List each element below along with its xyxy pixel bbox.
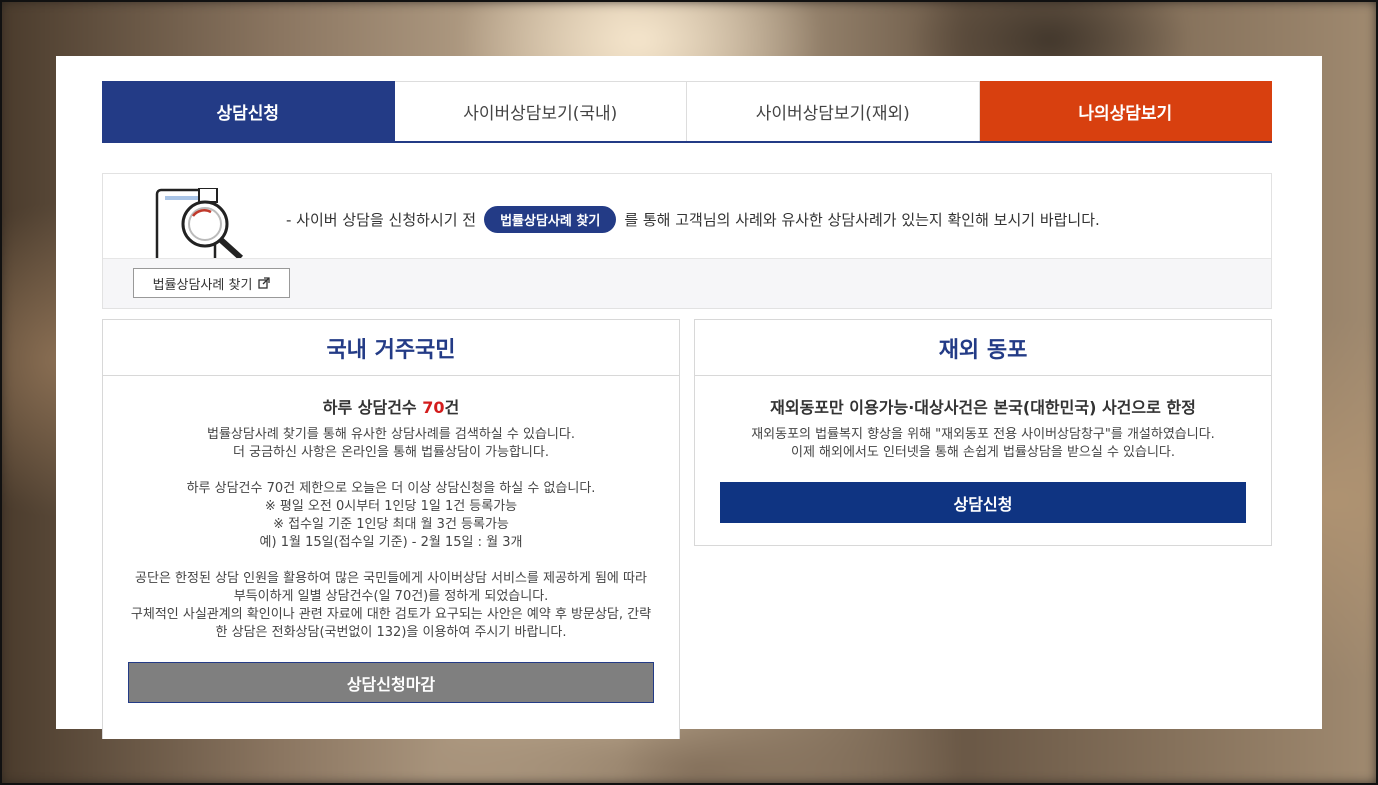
tab-cyber-overseas[interactable]: 사이버상담보기(재외) [687, 81, 980, 141]
notice-suffix: 를 통해 고객님의 사례와 유사한 상담사례가 있는지 확인해 보시기 바랍니다… [624, 211, 1100, 229]
desc-line: 하루 상담건수 70건 제한으로 오늘은 더 이상 상담신청을 하실 수 없습니… [186, 481, 596, 496]
overseas-apply-button[interactable]: 상담신청 [720, 482, 1246, 523]
desc-line: 공단은 한정된 상담 인원을 활용하여 많은 국민들에게 사이버상담 서비스를 … [135, 571, 647, 586]
daily-limit-suffix: 건 [444, 398, 460, 417]
desc-line: 예) 1월 15일(접수일 기준) - 2월 15일 : 월 3개 [259, 535, 523, 550]
daily-limit-title: 하루 상담건수 70건 [103, 394, 679, 418]
notice-text: - 사이버 상담을 신청하시기 전 법률상담사례 찾기 를 통해 고객님의 사례… [286, 206, 1100, 233]
domestic-desc-2: 하루 상담건수 70건 제한으로 오늘은 더 이상 상담신청을 하실 수 없습니… [103, 480, 679, 552]
overseas-subtitle: 재외동포만 이용가능·대상사건은 본국(대한민국) 사건으로 한정 [770, 398, 1196, 417]
overseas-body: 재외동포만 이용가능·대상사건은 본국(대한민국) 사건으로 한정 재외동포의 … [695, 376, 1271, 523]
magnifier-document-icon [155, 188, 244, 258]
tab-consult-apply[interactable]: 상담신청 [102, 81, 395, 141]
notice-bottom: 법률상담사례 찾기 [103, 259, 1271, 308]
desc-line: 더 궁금하신 사항은 온라인을 통해 법률상담이 가능합니다. [233, 445, 549, 460]
desc-line: ※ 접수일 기준 1인당 최대 월 3건 등록가능 [273, 517, 509, 532]
domestic-desc-3: 공단은 한정된 상담 인원을 활용하여 많은 국민들에게 사이버상담 서비스를 … [103, 570, 679, 642]
notice-top: - 사이버 상담을 신청하시기 전 법률상담사례 찾기 를 통해 고객님의 사례… [103, 174, 1271, 259]
desc-line: 법률상담사례 찾기를 통해 유사한 상담사례를 검색하실 수 있습니다. [207, 427, 575, 442]
daily-limit-prefix: 하루 상담건수 [322, 398, 423, 417]
domestic-box: 국내 거주국민 하루 상담건수 70건 법률상담사례 찾기를 통해 유사한 상담… [102, 319, 680, 739]
main-panel: 상담신청 사이버상담보기(국내) 사이버상담보기(재외) 나의상담보기 - 사이… [56, 56, 1322, 739]
domestic-body: 하루 상담건수 70건 법률상담사례 찾기를 통해 유사한 상담사례를 검색하실… [103, 376, 679, 703]
desc-line: 구체적인 사실관계의 확인이나 관련 자료에 대한 검토가 요구되는 사안은 예… [130, 607, 652, 622]
external-link-icon [258, 277, 271, 289]
case-search-button-label: 법률상담사례 찾기 [152, 277, 253, 293]
notice-prefix: - 사이버 상담을 신청하시기 전 [286, 211, 477, 229]
tab-bar: 상담신청 사이버상담보기(국내) 사이버상담보기(재외) 나의상담보기 [102, 81, 1272, 143]
notice-box: - 사이버 상담을 신청하시기 전 법률상담사례 찾기 를 통해 고객님의 사례… [102, 173, 1272, 309]
case-search-pill[interactable]: 법률상담사례 찾기 [484, 206, 617, 233]
daily-limit-count: 70 [422, 398, 445, 417]
case-search-button[interactable]: 법률상담사례 찾기 [133, 268, 290, 298]
overseas-desc: 재외동포의 법률복지 향상을 위해 "재외동포 전용 사이버상담창구"를 개설하… [695, 426, 1271, 462]
consult-closed-button[interactable]: 상담신청마감 [128, 662, 654, 703]
desc-line: 부득이하게 일별 상담건수(일 70건)를 정하게 되었습니다. [233, 589, 549, 604]
desc-line: 재외동포의 법률복지 향상을 위해 "재외동포 전용 사이버상담창구"를 개설하… [751, 427, 1215, 442]
overseas-title: 재외 동포 [695, 320, 1271, 376]
desc-line: 이제 해외에서도 인터넷을 통해 손쉽게 법률상담을 받으실 수 있습니다. [790, 445, 1176, 460]
desc-line: ※ 평일 오전 0시부터 1인당 1일 1건 등록가능 [264, 499, 518, 514]
tab-my-consult[interactable]: 나의상담보기 [979, 81, 1272, 141]
overseas-box: 재외 동포 재외동포만 이용가능·대상사건은 본국(대한민국) 사건으로 한정 … [694, 319, 1272, 546]
tab-cyber-domestic[interactable]: 사이버상담보기(국내) [394, 81, 687, 141]
desc-line: 한 상담은 전화상담(국번없이 132)을 이용하여 주시기 바랍니다. [215, 625, 567, 640]
domestic-desc-1: 법률상담사례 찾기를 통해 유사한 상담사례를 검색하실 수 있습니다. 더 궁… [103, 426, 679, 462]
domestic-title: 국내 거주국민 [103, 320, 679, 376]
